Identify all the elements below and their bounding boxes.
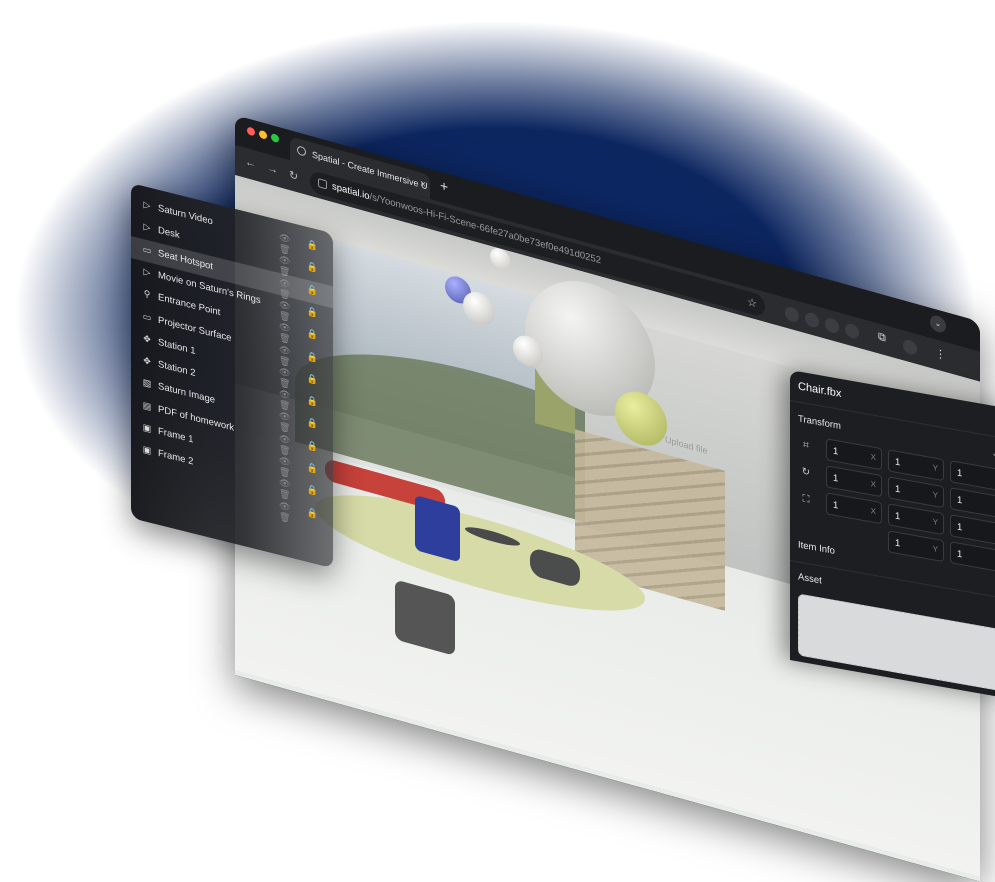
axis-label: X [870, 506, 876, 517]
reload-icon[interactable]: ↻ [289, 168, 298, 184]
field-value: 1 [895, 537, 901, 550]
transform-value-field[interactable]: 1 [950, 541, 995, 574]
transform-value-field[interactable]: 1 [950, 514, 995, 547]
document-icon: ▤ [142, 399, 152, 412]
field-value: 1 [895, 483, 901, 496]
transform-value-field[interactable]: 1X [826, 465, 882, 498]
extension-icon[interactable] [785, 305, 799, 324]
layer-item-label: Station 1 [158, 336, 196, 357]
axis-label: Y [932, 517, 938, 528]
spatial-favicon-icon [297, 145, 306, 157]
field-value: 1 [833, 499, 839, 512]
move-icon: ✥ [143, 332, 151, 345]
field-value: 1 [895, 510, 901, 523]
tab-close-icon[interactable]: × [420, 172, 426, 198]
video-icon: ▷ [143, 266, 151, 278]
layer-item-label: Desk [158, 225, 180, 242]
pin-icon: ⚲ [143, 288, 151, 300]
field-value: 1 [957, 494, 963, 507]
axis-label: Y [932, 463, 938, 474]
transform-value-field[interactable]: 1 [950, 487, 995, 520]
seat-icon: ▭ [142, 243, 152, 256]
profile-avatar[interactable] [903, 338, 917, 357]
image-icon: ▨ [142, 377, 152, 390]
layer-item-label: Frame 1 [158, 425, 194, 446]
properties-panel: Chair.fbx Transform ⌄ Item Info Asset ⌗ 1… [790, 370, 995, 698]
extension-icon[interactable] [825, 316, 839, 335]
field-value: 1 [895, 456, 901, 469]
chevron-down-icon[interactable]: ⌄ [991, 448, 995, 460]
close-window-dot[interactable] [247, 126, 255, 137]
browser-menu-icon[interactable]: ⋮ [935, 346, 946, 362]
transform-value-field[interactable]: 1Y [888, 503, 944, 536]
asset-section-title[interactable]: Asset [798, 571, 822, 586]
maximize-window-dot[interactable] [271, 132, 279, 144]
extension-icon[interactable] [805, 311, 819, 329]
layer-item-label: Station 2 [158, 358, 196, 380]
transform-value-field[interactable]: 1X [826, 492, 882, 525]
rotate-icon: ↻ [801, 466, 811, 479]
minimize-window-dot[interactable] [259, 129, 267, 140]
back-arrow-icon[interactable]: ← [245, 156, 256, 171]
move-icon: ✥ [143, 355, 151, 368]
field-value: 1 [833, 472, 839, 485]
transform-value-field[interactable]: 1Y [888, 476, 944, 509]
axis-label: Y [932, 544, 938, 555]
new-tab-button[interactable]: + [440, 177, 448, 195]
tab-search-dropdown-icon[interactable]: ⌄ [930, 313, 946, 335]
video-icon: ▷ [143, 199, 151, 211]
field-value: 1 [957, 548, 963, 561]
site-info-icon[interactable] [318, 178, 327, 190]
axis-label: X [870, 452, 876, 463]
field-value: 1 [957, 521, 963, 534]
url-host: spatial.io [332, 180, 370, 203]
video-icon: ▷ [143, 221, 151, 234]
field-value: 1 [833, 445, 839, 458]
field-value: 1 [957, 467, 963, 480]
transform-value-field[interactable]: 1X [826, 438, 882, 471]
layer-item-label: Frame 2 [158, 448, 194, 468]
crop-icon: ⌗ [803, 439, 809, 452]
axis-label: Y [932, 490, 938, 501]
object-title: Chair.fbx [798, 380, 842, 401]
item-info-section-title[interactable]: Item Info [798, 539, 835, 557]
scene-layers-panel: ▷ Saturn Video 👁 🔒 🗑 ▷ Desk 👁 🔒 🗑 ▭ Seat Hotspo… [131, 183, 333, 569]
transform-section-title[interactable]: Transform [798, 413, 841, 432]
transform-value-field[interactable]: 1Y [888, 449, 944, 482]
transform-value-field[interactable]: 1Y [888, 530, 944, 563]
bookmark-star-icon[interactable]: ☆ [747, 291, 757, 316]
transform-value-field[interactable]: 1 [950, 460, 995, 493]
axis-label: X [870, 479, 876, 490]
screen-icon: ▭ [142, 310, 152, 323]
extension-icon[interactable] [845, 322, 859, 341]
extensions-puzzle-icon[interactable]: ⧉ [878, 330, 886, 345]
forward-arrow-icon[interactable]: → [267, 162, 278, 177]
frame-icon: ▣ [142, 421, 152, 435]
scale-icon: ⛶ [802, 493, 810, 506]
frame-icon: ▣ [142, 444, 152, 457]
